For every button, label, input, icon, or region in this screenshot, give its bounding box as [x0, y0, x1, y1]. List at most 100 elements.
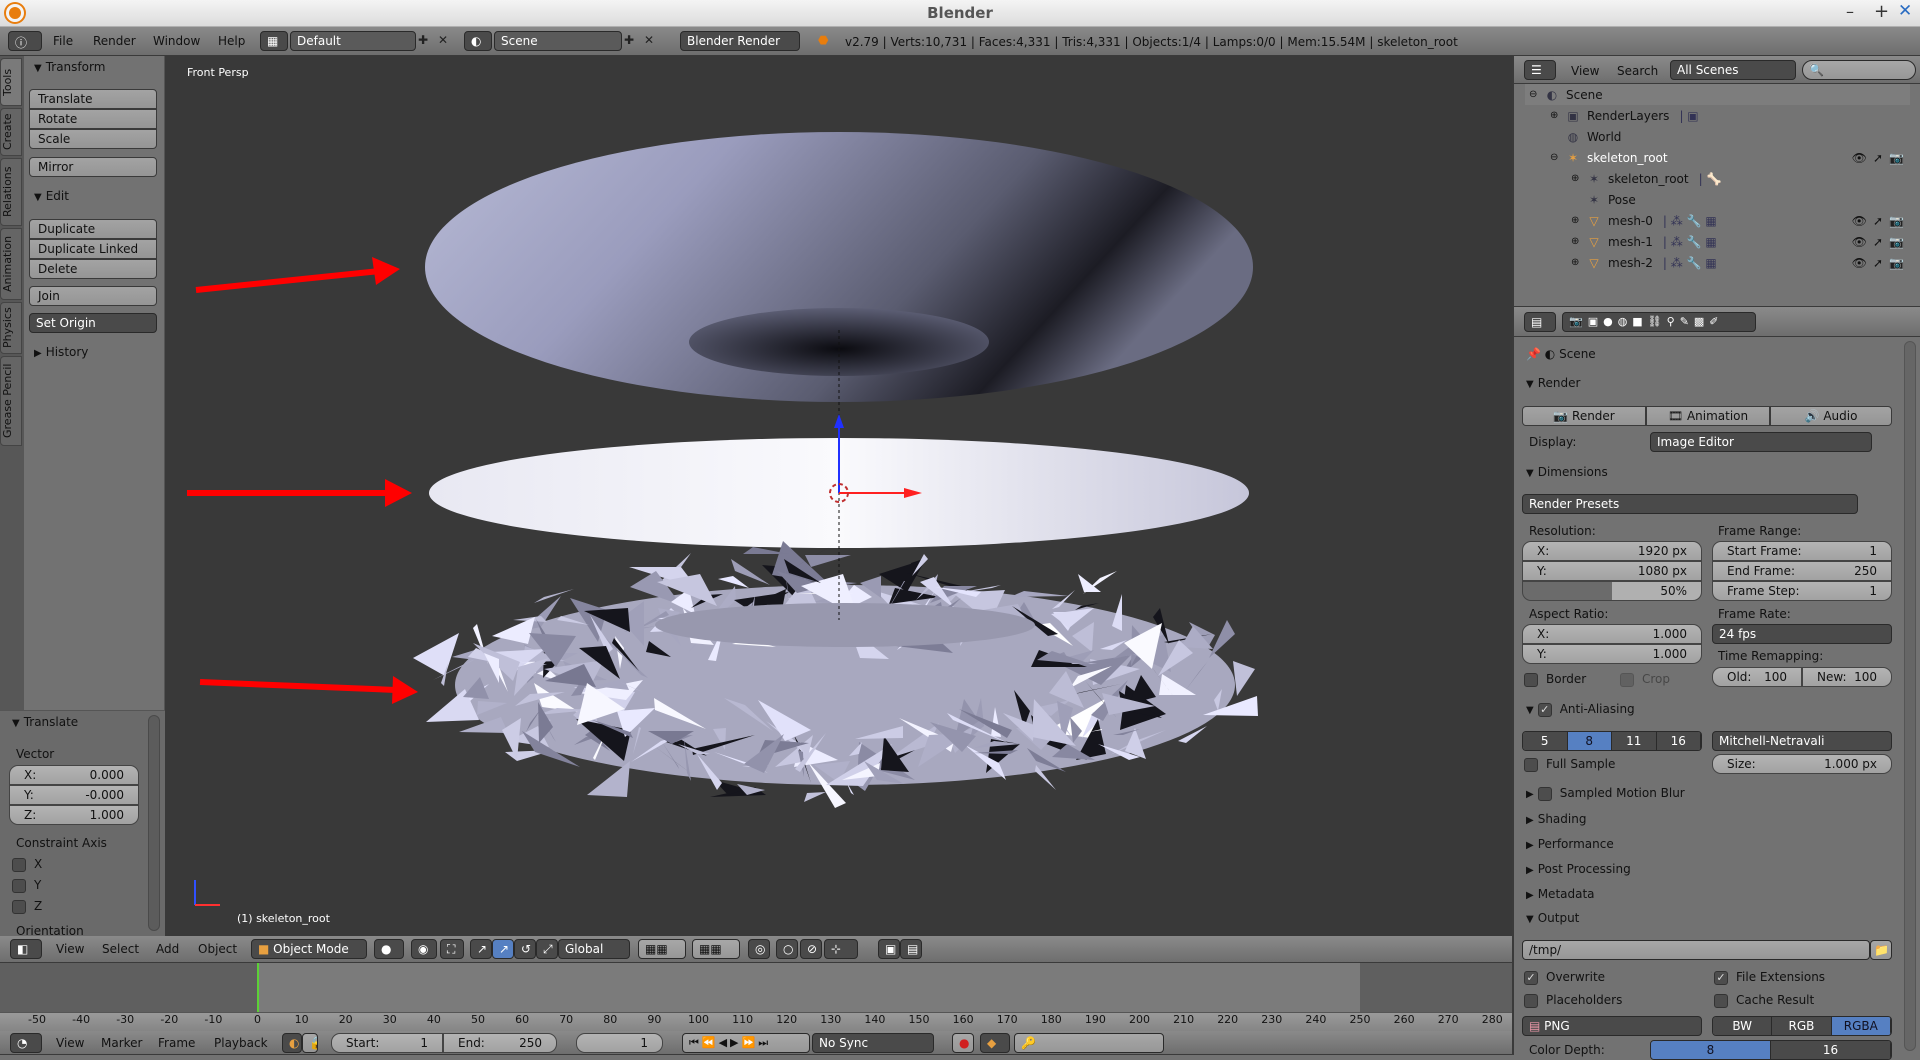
scene-type-icon[interactable]: ◐ [464, 31, 492, 51]
render-engine-select[interactable]: Blender Render [680, 31, 800, 51]
constraint-y-checkbox[interactable]: Y [12, 878, 41, 893]
panel-dimensions-header[interactable]: ▼ Dimensions [1526, 465, 1608, 479]
expand-toggle-icon[interactable]: ⊕ [1550, 110, 1564, 121]
menu-frame[interactable]: Frame [158, 1036, 195, 1050]
timeline[interactable] [0, 963, 1512, 1031]
playback-controls[interactable]: ⏮⏪◀▶⏩⏭ [682, 1033, 810, 1053]
manipulator-move[interactable]: ↗ [492, 939, 514, 959]
expand-toggle-icon[interactable]: ⊖ [1529, 89, 1543, 100]
menu-render[interactable]: Render [93, 34, 136, 48]
layers-grid-2[interactable]: ▦▦ [692, 939, 740, 959]
color-mode-rgba[interactable]: RGBA [1831, 1017, 1891, 1035]
rotate-button[interactable]: Rotate [29, 109, 157, 129]
resolution-x-field[interactable]: X: 1920 px [1522, 541, 1702, 561]
start-frame-field[interactable]: Start Frame: 1 [1712, 541, 1892, 561]
select-cursor-icon[interactable]: ➚ [1873, 256, 1889, 270]
panel-metadata-header[interactable]: ▶ Metadata [1526, 887, 1595, 901]
panel-transform-header[interactable]: ▼ Transform [34, 60, 105, 74]
snap-element-icon[interactable]: ⊘ [800, 939, 822, 959]
preview-range-toggle[interactable]: ◐ [282, 1033, 302, 1053]
menu-timeline-view[interactable]: View [56, 1036, 84, 1050]
render-button[interactable]: 📷 Render [1522, 406, 1646, 426]
screen-layout-field[interactable]: Default [290, 31, 416, 51]
resolution-y-field[interactable]: Y: 1080 px [1522, 561, 1702, 581]
expand-toggle-icon[interactable]: ⊕ [1571, 215, 1585, 226]
pivot-select[interactable]: ◉ [411, 939, 437, 959]
operator-scrollbar[interactable] [148, 715, 160, 931]
timeline-ruler[interactable] [0, 1012, 1512, 1031]
placeholders-checkbox[interactable]: Placeholders [1524, 993, 1622, 1008]
editor-type-timeline-button[interactable]: ◔ [10, 1033, 42, 1053]
opengl-anim-icon[interactable]: ▤ [900, 939, 922, 959]
properties-scrollbar[interactable] [1904, 341, 1916, 1051]
expand-toggle-icon[interactable]: ⊕ [1571, 257, 1585, 268]
select-cursor-icon[interactable]: ➚ [1873, 151, 1889, 165]
panel-history-header[interactable]: ▶ History [34, 345, 88, 359]
minimize-button[interactable]: – [1846, 2, 1854, 21]
color-depth-16[interactable]: 16 [1771, 1041, 1891, 1059]
aa-samples-selector[interactable]: 5 8 11 16 [1522, 731, 1702, 751]
vector-x-field[interactable]: X: 0.000 [9, 765, 139, 785]
render-camera-icon[interactable]: 📷 [1889, 151, 1910, 165]
aa-size-field[interactable]: Size: 1.000 px [1712, 754, 1892, 774]
expand-toggle-icon[interactable]: ⊖ [1550, 152, 1564, 163]
manipulator-scale[interactable]: ⤢ [536, 939, 558, 959]
outliner-item-world[interactable]: ◍ World [1525, 126, 1910, 147]
anti-aliasing-checkbox[interactable]: ✓ [1537, 702, 1552, 717]
duplicate-linked-button[interactable]: Duplicate Linked [29, 239, 157, 259]
keying-set-field[interactable]: 🔑 [1014, 1033, 1164, 1053]
editor-type-outliner-button[interactable]: ☰ [1524, 60, 1556, 80]
aa-samples-16[interactable]: 16 [1656, 732, 1701, 750]
vector-y-field[interactable]: Y: -0.000 [9, 785, 139, 805]
panel-performance-header[interactable]: ▶ Performance [1526, 837, 1614, 851]
browse-folder-icon[interactable]: 📁 [1870, 940, 1892, 960]
proportional-edit-icon[interactable]: ◎ [748, 939, 770, 959]
menu-object[interactable]: Object [198, 942, 237, 956]
outliner-menu-view[interactable]: View [1571, 64, 1599, 78]
outliner-item-skeleton-root-armature[interactable]: ⊕ ✶ skeleton_root | 🦴 [1525, 168, 1910, 189]
mirror-button[interactable]: Mirror [29, 157, 157, 177]
render-camera-icon[interactable]: 📷 [1889, 256, 1910, 270]
aspect-y-field[interactable]: Y: 1.000 [1522, 644, 1702, 664]
color-mode-bw[interactable]: BW [1713, 1017, 1773, 1035]
visibility-toggles[interactable]: 👁➚📷 [1852, 151, 1910, 165]
eye-icon[interactable]: 👁 [1852, 214, 1873, 228]
display-mode-select[interactable]: All Scenes [1670, 60, 1796, 80]
translate-button[interactable]: Translate [29, 89, 157, 109]
resolution-percentage-slider[interactable]: 50% [1522, 581, 1702, 601]
close-button[interactable]: ✕ [1898, 1, 1912, 21]
outliner-menu-search[interactable]: Search [1617, 64, 1658, 78]
constraint-z-checkbox[interactable]: Z [12, 899, 42, 914]
outliner-search-input[interactable]: 🔍 [1802, 60, 1916, 80]
opengl-render-icon[interactable]: ▣ [878, 939, 900, 959]
menu-marker[interactable]: Marker [101, 1036, 142, 1050]
tab-physics[interactable]: Physics [0, 302, 22, 354]
editor-type-properties-button[interactable]: ▤ [1524, 312, 1556, 332]
full-sample-checkbox[interactable]: Full Sample [1524, 757, 1615, 772]
outliner-item-scene[interactable]: ⊖ ◐ Scene [1525, 84, 1910, 105]
panel-post-processing-header[interactable]: ▶ Post Processing [1526, 862, 1631, 876]
end-frame-field[interactable]: End: 250 [443, 1033, 557, 1053]
viewport-3d[interactable]: Front Persp (1) skeleton_root [165, 56, 1512, 936]
menu-view[interactable]: View [56, 942, 84, 956]
panel-sampled-motion-blur-header[interactable]: ▶ Sampled Motion Blur [1526, 786, 1685, 801]
layers-grid-1[interactable]: ▦▦ [638, 939, 686, 959]
panel-shading-header[interactable]: ▶ Shading [1526, 812, 1586, 826]
output-path-input[interactable]: /tmp/ [1522, 940, 1870, 960]
crop-checkbox[interactable]: Crop [1620, 672, 1670, 687]
outliner-item-mesh-1[interactable]: ⊕ ▽ mesh-1 | ⁂ 🔧 ▦ 👁➚📷 [1525, 231, 1910, 252]
tab-tools[interactable]: Tools [0, 58, 22, 106]
color-depth-selector[interactable]: 8 16 [1650, 1040, 1892, 1060]
tab-create[interactable]: Create [0, 108, 22, 156]
tab-relations[interactable]: Relations [0, 158, 22, 226]
aspect-x-field[interactable]: X: 1.000 [1522, 624, 1702, 644]
eye-icon[interactable]: 👁 [1852, 235, 1873, 249]
remove-layout-icon[interactable]: ✕ [438, 33, 448, 47]
file-extensions-checkbox[interactable]: ✓ File Extensions [1714, 970, 1825, 985]
render-camera-icon[interactable]: 📷 [1889, 214, 1910, 228]
add-scene-icon[interactable]: ✚ [624, 33, 634, 47]
panel-edit-header[interactable]: ▼ Edit [34, 189, 69, 203]
outliner-item-mesh-2[interactable]: ⊕ ▽ mesh-2 | ⁂ 🔧 ▦ 👁➚📷 [1525, 252, 1910, 273]
editor-type-3d-button[interactable]: ◧ [10, 939, 42, 959]
menu-help[interactable]: Help [218, 34, 245, 48]
